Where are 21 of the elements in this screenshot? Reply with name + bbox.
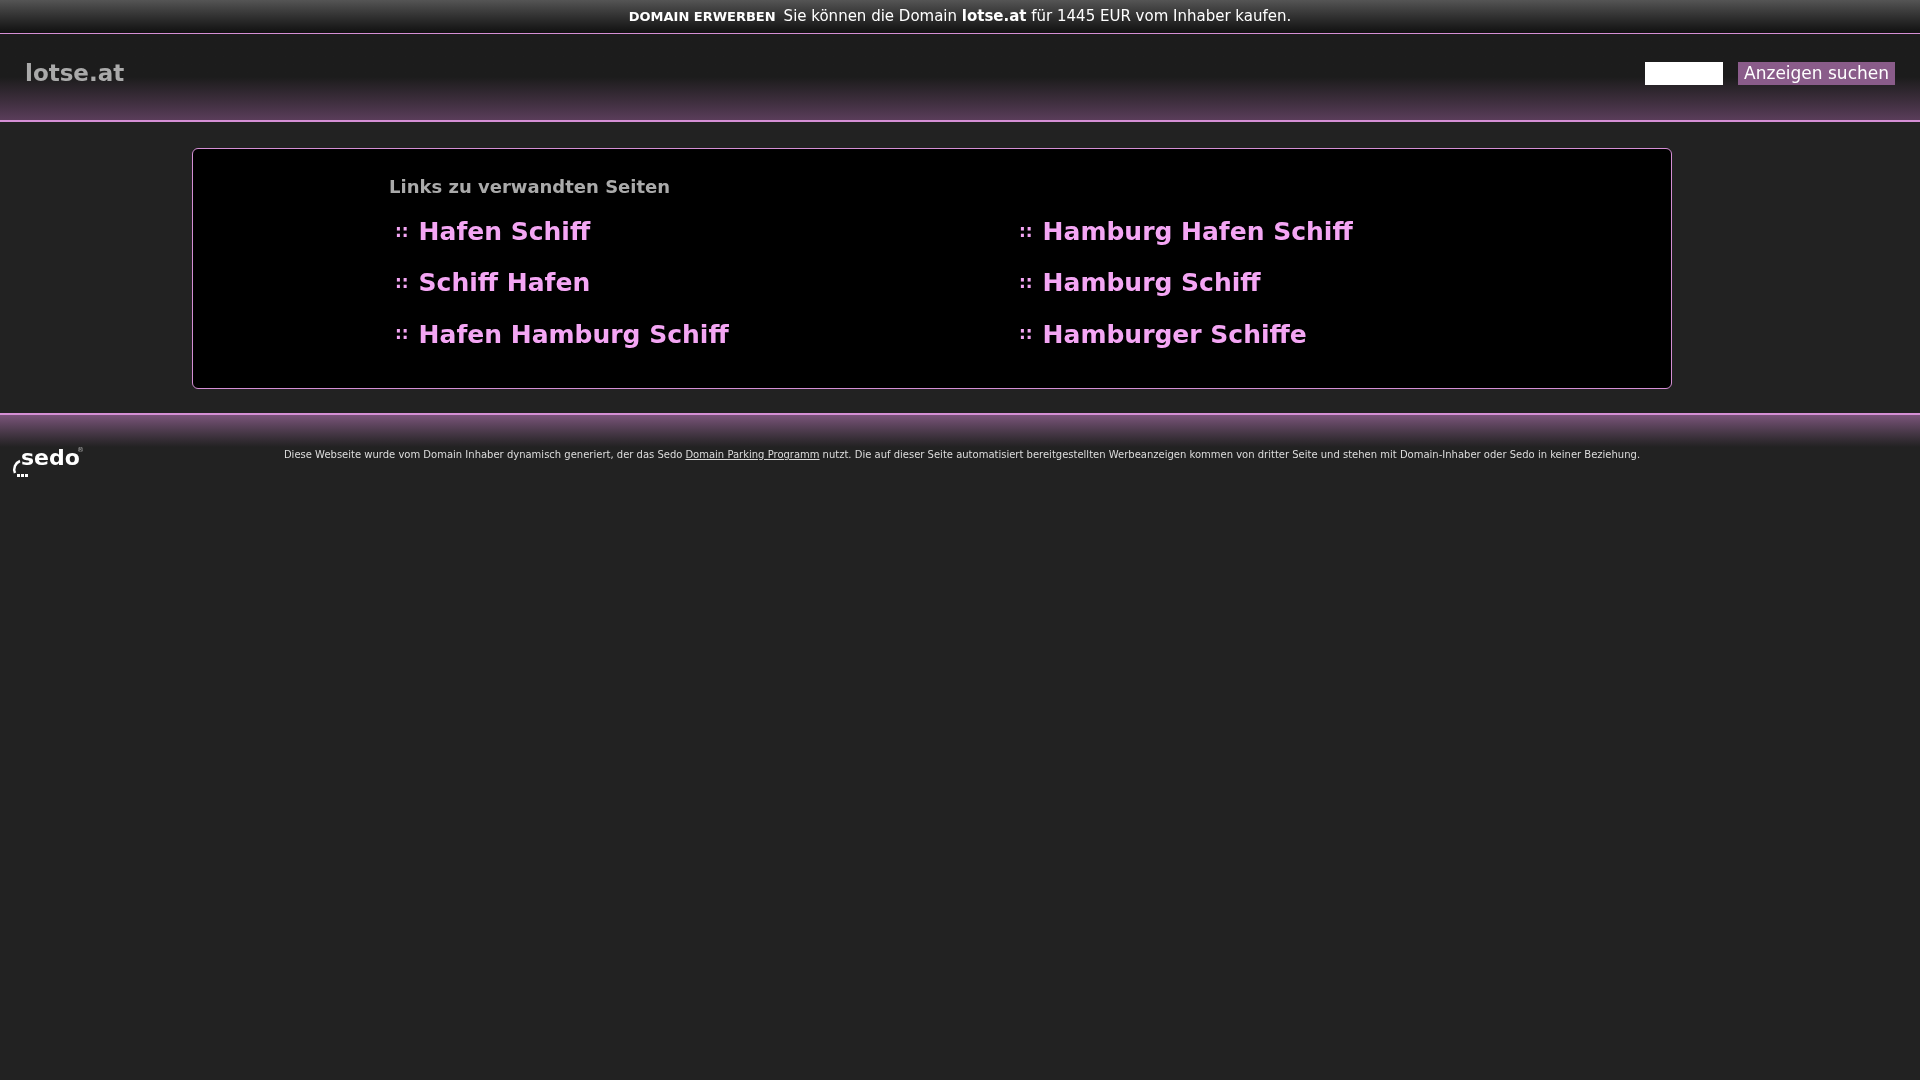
link-bullet: :: <box>1019 322 1033 346</box>
related-link[interactable]: Hafen Schiff <box>418 216 591 248</box>
search-field[interactable] <box>1645 61 1724 85</box>
link-bullet: :: <box>395 271 409 295</box>
links-heading: Links zu verwandten Seiten <box>389 175 672 199</box>
related-link[interactable]: Schiff Hafen <box>418 267 591 299</box>
link-bullet: :: <box>395 219 409 243</box>
related-link[interactable]: Hamburger Schiffe <box>1042 318 1307 350</box>
link-bullet: :: <box>1019 271 1033 295</box>
related-link[interactable]: Hamburg Schiff <box>1042 267 1261 299</box>
related-link[interactable]: Hafen Hamburg Schiff <box>418 318 729 350</box>
link-bullet: :: <box>1019 219 1033 243</box>
related-link[interactable]: Hamburg Hafen Schiff <box>1042 216 1353 248</box>
site-name: lotse.at <box>25 58 125 88</box>
top-bar-label: DOMAIN ERWERBEN <box>628 7 776 26</box>
link-bullet: :: <box>395 322 409 346</box>
top-bar-message: Sie können die Domain lotse.at für 1445 EUR vom Inhaber kaufen. <box>783 6 1292 28</box>
disclaimer-text: nutzt. Die auf dieser Seite automatisiert bereitgestellten Werbeanzeigen kommen von dritter Seite und stehen mit Domain-Inhaber oder Sedo in keiner Beziehung. <box>822 448 1641 462</box>
disclaimer-text: Diese Webseite wurde vom Domain Inhaber dynamisch generiert, der das Sedo <box>283 448 683 462</box>
domain-parking-link[interactable]: Domain Parking Programm <box>685 447 820 462</box>
search-button[interactable]: Anzeigen suchen <box>1738 61 1895 85</box>
